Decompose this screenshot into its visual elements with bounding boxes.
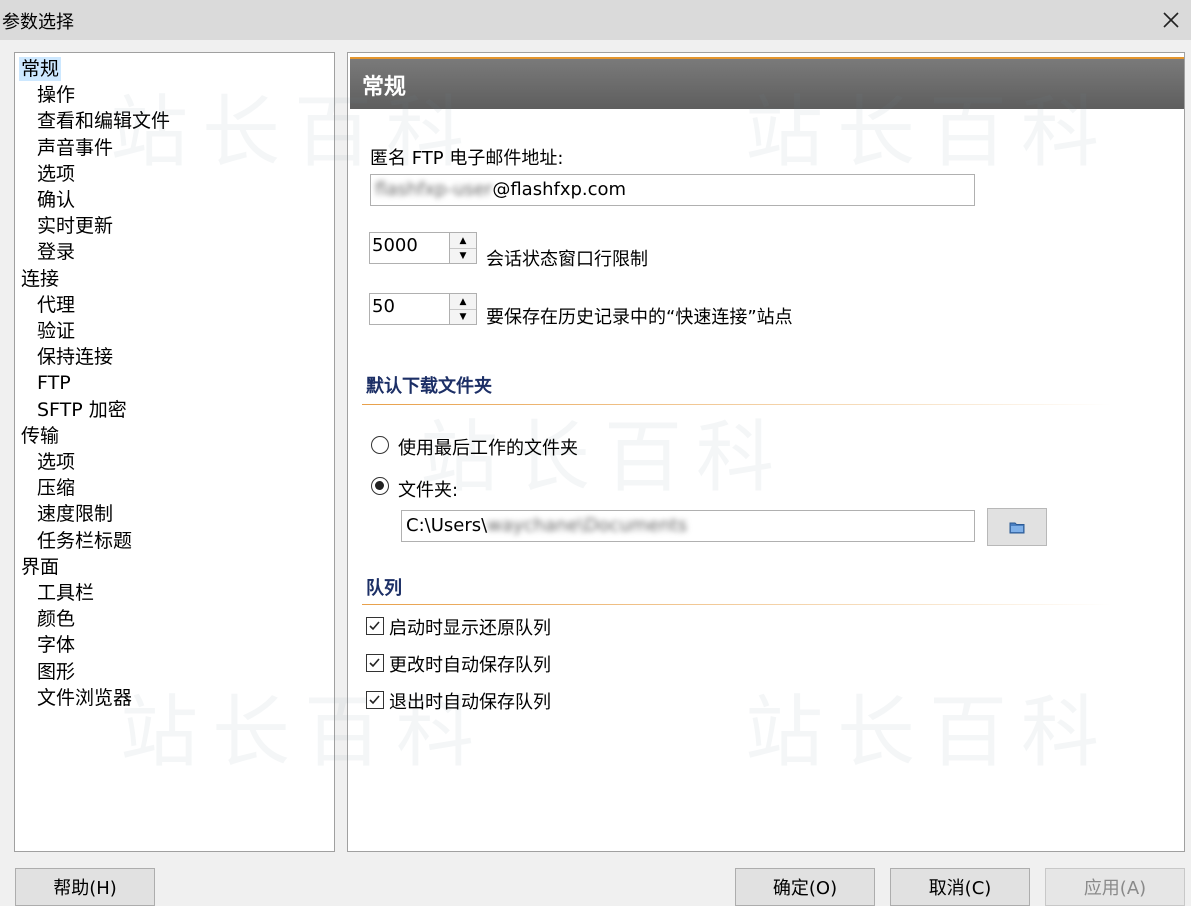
queue-section-title: 队列 — [366, 578, 402, 599]
folder-path-prefix: C:\Users\ — [406, 515, 488, 536]
tree-item[interactable]: 传输 — [19, 424, 61, 448]
session-limit-label: 会话状态窗口行限制 — [486, 249, 648, 270]
folder-path-rest: waychane\Documents — [487, 515, 688, 536]
anon-email-label: 匿名 FTP 电子邮件地址: — [370, 148, 564, 169]
tree-item[interactable]: 操作 — [35, 83, 77, 107]
radio-folder-label[interactable]: 文件夹: — [398, 476, 458, 502]
check-icon — [369, 658, 380, 668]
check-icon — [369, 621, 380, 631]
tree-item[interactable]: 速度限制 — [35, 502, 115, 526]
tree-item[interactable]: 选项 — [35, 162, 77, 186]
anon-email-user: flashfxp-user — [375, 179, 493, 200]
tree-item[interactable]: 保持连接 — [35, 345, 115, 369]
tree-item[interactable]: 声音事件 — [35, 136, 115, 160]
help-button[interactable]: 帮助(H) — [15, 868, 155, 906]
spin-up-icon[interactable]: ▲ — [450, 294, 476, 310]
tree-item[interactable]: 图形 — [35, 660, 77, 684]
tree-item[interactable]: 任务栏标题 — [35, 529, 134, 553]
folder-icon — [1009, 522, 1025, 533]
tree-item[interactable]: 验证 — [35, 319, 77, 343]
tree-item[interactable]: 工具栏 — [35, 581, 96, 605]
anon-email-domain: @flashfxp.com — [492, 179, 627, 200]
tree-item[interactable]: 字体 — [35, 633, 77, 657]
queue-checkbox[interactable] — [366, 617, 384, 635]
queue-checkbox[interactable] — [366, 654, 384, 672]
settings-tree[interactable]: 常规 操作 查看和编辑文件 声音事件 选项 确认 实时更新 登录 连接 代理 验证 保持连接 FTP SF… — [14, 52, 335, 852]
tree-item[interactable]: 登录 — [35, 240, 77, 264]
queue-option-label[interactable]: 退出时自动保存队列 — [389, 688, 551, 714]
tree-item[interactable]: SFTP 加密 — [35, 398, 129, 422]
history-value: 50 — [372, 296, 395, 317]
radio-last-folder-label[interactable]: 使用最后工作的文件夹 — [398, 434, 578, 460]
tree-item[interactable]: 界面 — [19, 555, 61, 579]
history-spinner[interactable]: 50 ▲ ▼ — [369, 293, 477, 325]
session-limit-spinner[interactable]: 5000 ▲ ▼ — [369, 232, 477, 264]
radio-last-folder[interactable] — [371, 436, 389, 454]
window-title: 参数选择 — [2, 12, 74, 33]
close-icon — [1163, 12, 1179, 28]
tree-item[interactable]: 实时更新 — [35, 214, 115, 238]
apply-button[interactable]: 应用(A) — [1045, 868, 1185, 906]
tree-item[interactable]: 常规 — [19, 57, 62, 81]
tree-item[interactable]: 压缩 — [35, 476, 77, 500]
section-divider — [362, 404, 1112, 405]
panel-title: 常规 — [362, 75, 407, 100]
tree-item[interactable]: 代理 — [35, 293, 77, 317]
tree-item[interactable]: 连接 — [19, 267, 61, 291]
cancel-button[interactable]: 取消(C) — [890, 868, 1030, 906]
tree-item[interactable]: FTP — [35, 371, 73, 395]
queue-option-label[interactable]: 更改时自动保存队列 — [389, 651, 551, 677]
radio-folder[interactable] — [371, 477, 389, 495]
tree-item[interactable]: 选项 — [35, 450, 77, 474]
spin-down-icon[interactable]: ▼ — [450, 248, 476, 263]
tree-item[interactable]: 查看和编辑文件 — [35, 109, 172, 133]
title-bar: 参数选择 — [0, 0, 1191, 40]
folder-path-input[interactable]: C:\Users\waychane\Documents — [401, 510, 975, 542]
history-label: 要保存在历史记录中的“快速连接”站点 — [486, 307, 793, 328]
tree-item[interactable]: 确认 — [35, 188, 77, 212]
section-divider — [362, 604, 1112, 605]
anon-email-input[interactable]: flashfxp-user@flashfxp.com — [370, 174, 975, 206]
browse-folder-button[interactable] — [987, 508, 1047, 546]
session-limit-value: 5000 — [372, 235, 418, 256]
panel-header: 常规 — [350, 57, 1184, 109]
spin-buttons: ▲ ▼ — [449, 233, 476, 263]
close-button[interactable] — [1151, 0, 1191, 40]
tree-item[interactable]: 文件浏览器 — [35, 686, 134, 710]
spin-down-icon[interactable]: ▼ — [450, 309, 476, 324]
ok-button[interactable]: 确定(O) — [735, 868, 875, 906]
queue-checkbox[interactable] — [366, 691, 384, 709]
spin-up-icon[interactable]: ▲ — [450, 233, 476, 249]
tree-item[interactable]: 颜色 — [35, 607, 77, 631]
download-folder-section-title: 默认下载文件夹 — [366, 376, 492, 397]
check-icon — [369, 695, 380, 705]
queue-option-label[interactable]: 启动时显示还原队列 — [389, 614, 551, 640]
spin-buttons: ▲ ▼ — [449, 294, 476, 324]
